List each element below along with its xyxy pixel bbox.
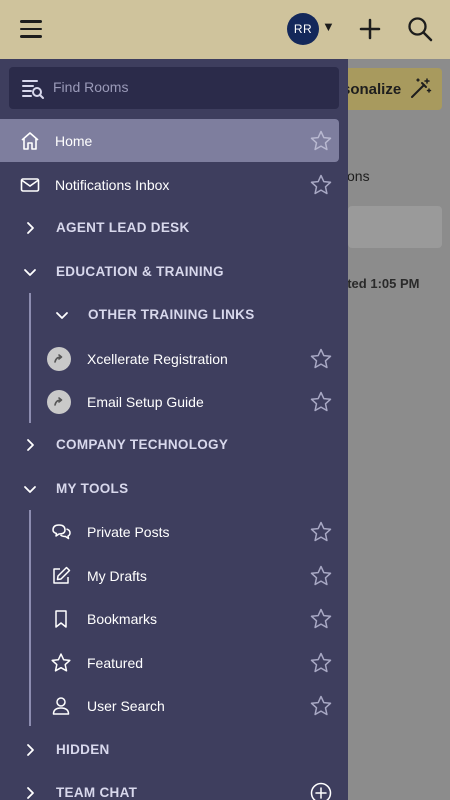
star-outline-icon[interactable] [309,129,333,153]
home-icon [21,132,39,150]
sidebar-item-label: My Drafts [87,567,147,584]
sidebar-item-label: Bookmarks [87,610,158,627]
link-badge-icon [47,347,71,371]
chevron-right-icon [27,439,34,451]
background-updated-text: ated 1:05 PM [340,276,420,291]
section-hidden[interactable]: HIDDEN [0,728,348,771]
search-icon[interactable] [404,13,436,45]
sidebar-item-label: Featured [87,654,144,671]
background-input [348,206,442,248]
sidebar-item-label: User Search [87,697,165,714]
star-outline-icon[interactable] [309,607,333,631]
top-app-bar: RR ▼ [0,0,450,59]
edit-icon [53,566,71,584]
section-team-chat[interactable]: TEAM CHAT [0,771,348,800]
find-rooms-search[interactable]: Find Rooms [9,67,339,109]
chevron-right-icon [27,222,34,234]
chevron-down-icon [56,312,68,319]
star-outline-icon[interactable] [309,347,333,371]
section-education-training[interactable]: EDUCATION & TRAINING [0,250,348,293]
navigation-drawer: Find Rooms Home Notifications Inbox AGEN… [0,59,348,800]
chevron-down-icon[interactable]: ▼ [322,19,335,34]
chevron-down-icon [24,269,36,276]
section-label: EDUCATION & TRAINING [56,264,224,279]
sidebar-item-featured[interactable]: Featured [0,641,348,684]
plus-icon[interactable] [355,14,385,44]
chat-bubbles-icon [52,524,71,540]
search-list-icon [22,80,44,99]
section-my-tools[interactable]: MY TOOLS [0,467,348,510]
star-outline-icon[interactable] [309,390,333,414]
star-outline-icon[interactable] [309,173,333,197]
sidebar-item-label: Private Posts [87,523,170,540]
chevron-right-icon [27,744,34,756]
sidebar-item-label: Email Setup Guide [87,393,204,410]
sidebar-item-label: Home [55,132,93,149]
magic-wand-icon [411,78,432,98]
star-outline-icon[interactable] [309,564,333,588]
chevron-down-icon [24,486,36,493]
star-outline-icon[interactable] [309,651,333,675]
section-agent-lead-desk[interactable]: AGENT LEAD DESK [0,206,348,249]
link-badge-icon [47,390,71,414]
star-outline-icon[interactable] [309,520,333,544]
sidebar-item-home[interactable]: Home [0,119,339,162]
section-other-training-links[interactable]: OTHER TRAINING LINKS [0,293,348,336]
section-company-technology[interactable]: COMPANY TECHNOLOGY [0,423,348,466]
hamburger-menu-icon[interactable] [16,14,46,44]
personalize-label: sonalize [342,80,402,98]
section-label: TEAM CHAT [56,785,138,800]
inbox-icon [20,178,40,192]
avatar[interactable]: RR [287,13,319,45]
sidebar-item-notifications-inbox[interactable]: Notifications Inbox [0,163,348,206]
add-circle-icon[interactable] [309,781,333,800]
bookmark-icon [55,610,67,628]
user-icon [52,697,70,715]
sidebar-item-private-posts[interactable]: Private Posts [0,510,348,553]
sidebar-item-xcellerate-registration[interactable]: Xcellerate Registration [0,337,348,380]
sidebar-item-user-search[interactable]: User Search [0,684,348,727]
sidebar-item-email-setup-guide[interactable]: Email Setup Guide [0,380,348,423]
sidebar-item-label: Xcellerate Registration [87,350,228,367]
star-outline-icon [51,653,71,672]
star-outline-icon[interactable] [309,694,333,718]
search-placeholder: Find Rooms [53,79,129,95]
section-label: COMPANY TECHNOLOGY [56,437,229,452]
sidebar-item-label: Notifications Inbox [55,176,170,193]
sidebar-item-my-drafts[interactable]: My Drafts [0,554,348,597]
section-label: MY TOOLS [56,481,129,496]
section-label: OTHER TRAINING LINKS [88,307,255,322]
chevron-right-icon [27,787,34,799]
section-label: AGENT LEAD DESK [56,220,190,235]
sidebar-item-bookmarks[interactable]: Bookmarks [0,597,348,640]
section-label: HIDDEN [56,742,110,757]
